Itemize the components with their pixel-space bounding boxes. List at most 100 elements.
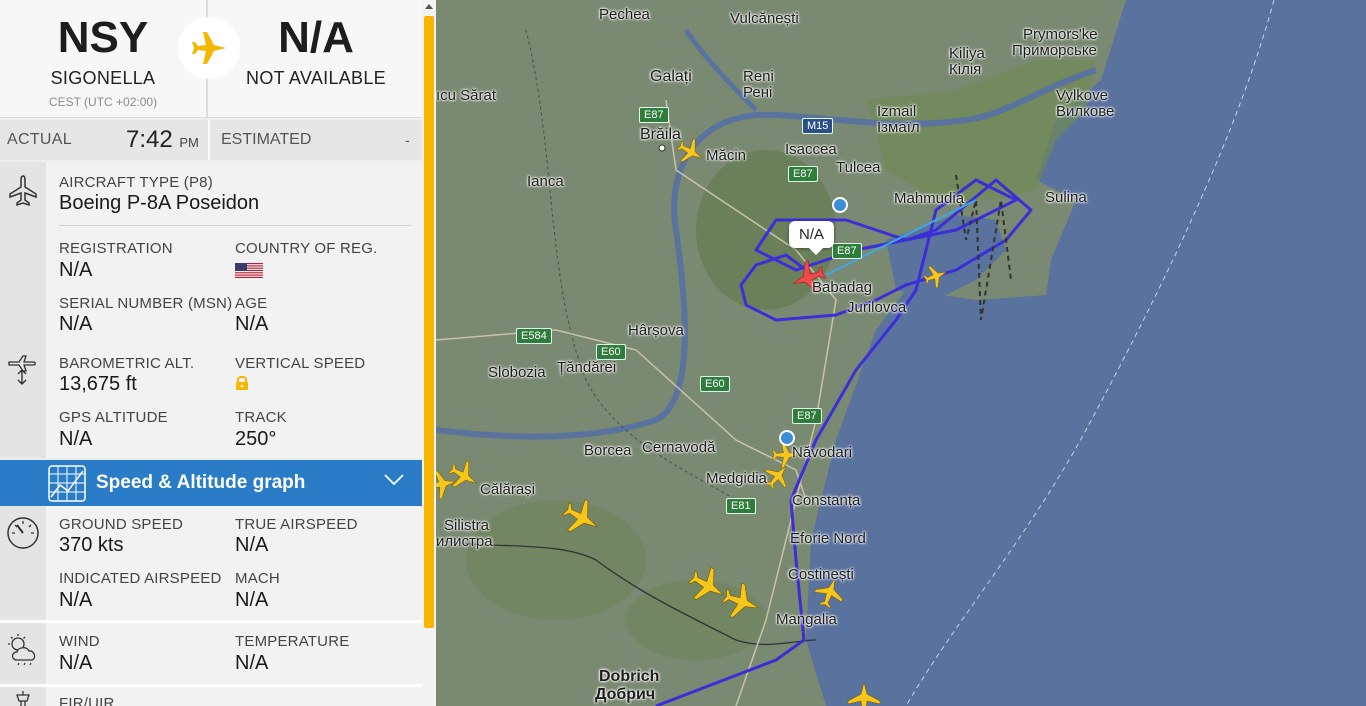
- baro-alt-label: BAROMETRIC ALT.: [59, 355, 195, 372]
- road-badge: E87: [792, 408, 822, 424]
- map-place-label: Hârșova: [628, 322, 684, 339]
- track-value: 250°: [235, 428, 277, 450]
- gps-alt-value: N/A: [59, 428, 93, 450]
- map-place-label: Vylkove: [1056, 87, 1108, 104]
- actual-time-value: 7:42: [126, 126, 173, 153]
- road-badge: E584: [516, 328, 552, 344]
- map-place-label: Brăila: [640, 126, 681, 143]
- map-place-label: Borcea: [584, 442, 632, 459]
- estimated-label: ESTIMATED: [221, 131, 312, 148]
- origin-name: SIGONELLA: [50, 68, 156, 88]
- fir-section: FIR/UIR: [0, 687, 422, 706]
- road-badge: E87: [788, 166, 818, 182]
- wind-value: N/A: [59, 652, 93, 674]
- registration-value: N/A: [59, 259, 93, 281]
- speed-altitude-graph-toggle[interactable]: Speed & Altitude graph: [0, 460, 422, 506]
- map-place-label: илистра: [436, 533, 493, 550]
- map-place-label: Ianca: [527, 173, 564, 190]
- origin-block[interactable]: NSY SIGONELLA CEST (UTC +02:00): [0, 0, 208, 118]
- map-place-label: Eforie Nord: [790, 530, 866, 547]
- vertical-speed-label: VERTICAL SPEED: [235, 355, 366, 372]
- map-place-label: Рені: [743, 84, 773, 101]
- road-badge: E81: [726, 498, 756, 514]
- map-place-label: Pechea: [599, 6, 650, 23]
- indicated-airspeed-value: N/A: [59, 589, 93, 611]
- road-badge: E87: [832, 243, 862, 259]
- map-place-label: Năvodari: [792, 444, 853, 461]
- selected-flight-label[interactable]: N/A: [789, 221, 835, 255]
- map-place-label: Costinești: [788, 566, 854, 583]
- map-place-label: Galați: [650, 68, 692, 85]
- indicated-airspeed-label: INDICATED AIRSPEED: [59, 570, 222, 587]
- temperature-value: N/A: [235, 652, 269, 674]
- aircraft-type-label: AIRCRAFT TYPE (P8): [59, 174, 213, 191]
- weather-cloud-icon: [8, 634, 36, 666]
- map-place-label: Приморське: [1012, 42, 1097, 59]
- map-place-label: Izmail: [877, 103, 917, 120]
- actual-label: ACTUAL: [7, 131, 72, 148]
- map-place-label: Ізмаїл: [877, 119, 920, 136]
- map-place-label: Silistra: [444, 517, 490, 534]
- serial-value: N/A: [59, 313, 93, 335]
- road-badge: E60: [596, 344, 626, 360]
- true-airspeed-value: N/A: [235, 534, 269, 556]
- map-place-label: Reni: [743, 68, 774, 85]
- ground-speed-label: GROUND SPEED: [59, 516, 184, 533]
- destination-block[interactable]: N/A NOT AVAILABLE: [210, 0, 422, 118]
- serial-label: SERIAL NUMBER (MSN): [59, 295, 233, 312]
- map-place-label: Tulcea: [836, 159, 881, 176]
- map-place-label: Mangalia: [776, 611, 837, 628]
- tower-icon: [16, 691, 30, 706]
- lock-icon[interactable]: [235, 375, 249, 391]
- flight-map[interactable]: Pechea Vulcănești Galați Reni Рені Kiliy…: [436, 0, 1366, 706]
- map-place-label: Добрич: [595, 686, 656, 703]
- scrollbar-thumb[interactable]: [424, 16, 434, 628]
- map-place-label: Babadag: [812, 279, 873, 296]
- map-place-label: Slobozia: [488, 364, 546, 381]
- map-place-label: Jurilovca: [847, 299, 907, 316]
- speedometer-icon: [7, 517, 39, 549]
- map-place-label: Кілія: [949, 61, 982, 78]
- speed-section: GROUND SPEED 370 kts TRUE AIRSPEED N/A I…: [0, 506, 422, 620]
- flight-details-panel: NSY SIGONELLA CEST (UTC +02:00) N/A NOT …: [0, 0, 436, 706]
- age-label: AGE: [235, 295, 268, 312]
- origin-timezone: CEST (UTC +02:00): [48, 95, 158, 109]
- graph-title: Speed & Altitude graph: [96, 472, 306, 493]
- map-place-label: Măcin: [706, 147, 747, 164]
- aircraft-type-value[interactable]: Boeing P-8A Poseidon: [59, 192, 259, 215]
- ground-speed-value: 370 kts: [59, 534, 124, 556]
- fir-label: FIR/UIR: [59, 695, 115, 706]
- scroll-up-icon[interactable]: [425, 4, 433, 9]
- track-label: TRACK: [235, 409, 287, 426]
- gps-alt-label: GPS ALTITUDE: [59, 409, 168, 426]
- age-value: N/A: [235, 313, 269, 335]
- mach-value: N/A: [235, 589, 269, 611]
- map-place-label: ıcu Sărat: [436, 87, 497, 104]
- graph-grid-icon: [48, 465, 86, 502]
- temperature-label: TEMPERATURE: [235, 633, 350, 650]
- map-place-label: Вилкове: [1056, 103, 1115, 120]
- road-badge: E60: [700, 376, 730, 392]
- map-place-label: Kiliya: [949, 45, 985, 62]
- times-row: ACTUAL 7:42 PM ESTIMATED -: [0, 120, 422, 160]
- baro-alt-value: 13,675 ft: [59, 373, 137, 395]
- road-badge: E87: [639, 107, 669, 123]
- plane-direction-icon: [178, 17, 240, 79]
- actual-time-ampm: PM: [179, 135, 199, 150]
- divider: [208, 120, 210, 160]
- origin-code: NSY: [57, 13, 149, 62]
- route-header: NSY SIGONELLA CEST (UTC +02:00) N/A NOT …: [0, 0, 422, 118]
- destination-code: N/A: [278, 13, 354, 62]
- road-badge: M15: [802, 118, 834, 134]
- true-airspeed-label: TRUE AIRSPEED: [235, 516, 358, 533]
- wind-label: WIND: [59, 633, 100, 650]
- country-label: COUNTRY OF REG.: [235, 240, 378, 257]
- map-place-label: Țăndărei: [557, 359, 617, 376]
- map-place-label: Călărași: [480, 481, 536, 498]
- mach-label: MACH: [235, 570, 280, 587]
- divider: [59, 225, 411, 226]
- destination-name: NOT AVAILABLE: [246, 68, 386, 88]
- panel-scrollbar[interactable]: [422, 0, 436, 706]
- registration-label: REGISTRATION: [59, 240, 173, 257]
- estimated-time: -: [405, 132, 410, 148]
